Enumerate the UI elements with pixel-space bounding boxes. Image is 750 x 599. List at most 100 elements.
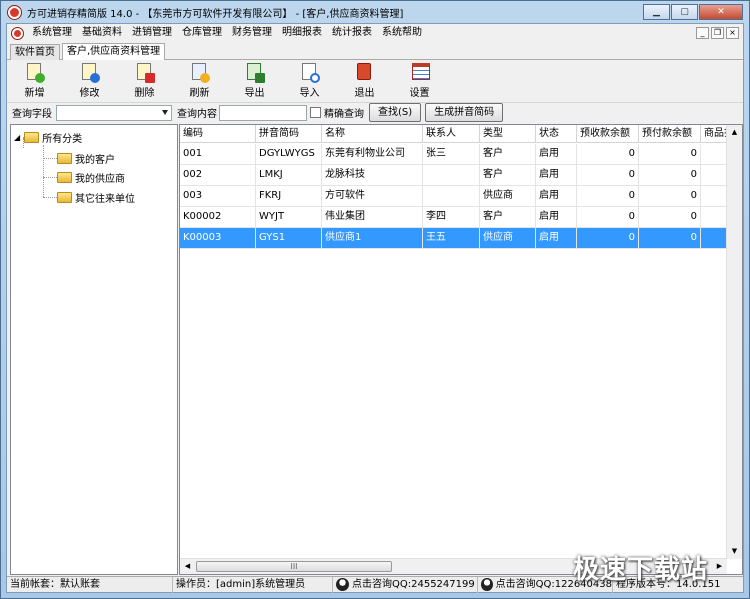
status-qq1[interactable]: 点击咨询QQ:2455247199 <box>333 576 478 593</box>
settings-label: 设置 <box>409 88 430 99</box>
table-cell: K00002 <box>180 207 256 228</box>
column-header[interactable]: 联系人 <box>423 125 480 143</box>
menu-help[interactable]: 系统帮助 <box>377 24 427 42</box>
add-button[interactable]: 新增 <box>7 61 62 101</box>
folder-icon <box>57 152 72 164</box>
scroll-up-button[interactable]: ▲ <box>727 125 742 140</box>
export-label: 导出 <box>244 88 265 99</box>
tree-node-label: 我的客户 <box>75 154 115 166</box>
close-button[interactable]: ✕ <box>699 4 743 20</box>
folder-icon <box>24 131 40 143</box>
settings-button[interactable]: 设置 <box>392 61 447 101</box>
column-header[interactable]: 拼音简码 <box>256 125 322 143</box>
column-header[interactable]: 名称 <box>322 125 423 143</box>
column-header[interactable]: 状态 <box>536 125 577 143</box>
table-cell: 0 <box>577 228 639 249</box>
table-cell <box>423 186 480 207</box>
mdi-close-button[interactable]: × <box>726 27 739 39</box>
tree-node-other-units[interactable]: 其它往来单位 <box>57 189 135 205</box>
scroll-right-button[interactable]: ▶ <box>712 559 727 574</box>
table-cell: 0 <box>577 165 639 186</box>
menu-system[interactable]: 系统管理 <box>27 24 77 42</box>
table-cell: 003 <box>180 186 256 207</box>
table-cell: 启用 <box>536 207 577 228</box>
edit-icon <box>80 63 100 83</box>
app-window: 方可进销存精简版 14.0 - 【东莞市方可软件开发有限公司】 - [客户,供应… <box>0 0 750 599</box>
column-header[interactable]: 编码 <box>180 125 256 143</box>
import-button[interactable]: 导入 <box>282 61 337 101</box>
tree-node-customers[interactable]: 我的客户 <box>57 150 115 166</box>
column-header[interactable]: 类型 <box>480 125 536 143</box>
exit-button[interactable]: 退出 <box>337 61 392 101</box>
query-field-select[interactable] <box>56 104 172 121</box>
menu-stat-report[interactable]: 统计报表 <box>327 24 377 42</box>
tree-node-label: 我的供应商 <box>75 173 125 185</box>
system-menu-icon[interactable] <box>12 27 23 39</box>
table-cell: 启用 <box>536 165 577 186</box>
delete-label: 删除 <box>134 88 155 99</box>
menu-finance[interactable]: 财务管理 <box>227 24 277 42</box>
refresh-button[interactable]: 刷新 <box>172 61 227 101</box>
column-header[interactable]: 预付款余额 <box>639 125 701 143</box>
edit-button[interactable]: 修改 <box>62 61 117 101</box>
column-header[interactable]: 预收款余额 <box>577 125 639 143</box>
table-cell: DGYLWYGS <box>256 144 322 165</box>
table-cell: FKRJ <box>256 186 322 207</box>
table-row[interactable]: 002 LMKJ 龙脉科技 客户 启用 0 0 <box>180 165 731 186</box>
collapse-arrow-icon[interactable]: ◢ <box>14 133 20 142</box>
menu-warehouse[interactable]: 仓库管理 <box>177 24 227 42</box>
table-cell: WYJT <box>256 207 322 228</box>
table-cell: 001 <box>180 144 256 165</box>
table-cell <box>423 165 480 186</box>
window-title: 方可进销存精简版 14.0 - 【东莞市方可软件开发有限公司】 - [客户,供应… <box>27 8 404 20</box>
mdi-minimize-button[interactable]: _ <box>696 27 709 39</box>
exit-icon <box>355 63 375 83</box>
menu-detail-report[interactable]: 明细报表 <box>277 24 327 42</box>
table-cell: LMKJ <box>256 165 322 186</box>
delete-button[interactable]: 删除 <box>117 61 172 101</box>
tree-node-suppliers[interactable]: 我的供应商 <box>57 169 125 185</box>
menu-purchase-sales[interactable]: 进销管理 <box>127 24 177 42</box>
title-bar[interactable]: 方可进销存精简版 14.0 - 【东莞市方可软件开发有限公司】 - [客户,供应… <box>1 1 749 23</box>
tab-home[interactable]: 软件首页 <box>10 44 60 60</box>
table-cell: 002 <box>180 165 256 186</box>
table-cell: 0 <box>577 186 639 207</box>
edit-label: 修改 <box>79 88 100 99</box>
scroll-down-button[interactable]: ▼ <box>727 544 742 559</box>
search-button[interactable]: 查找(S) <box>369 103 422 122</box>
qq-penguin-icon <box>481 578 493 591</box>
scroll-left-button[interactable]: ◀ <box>180 559 195 574</box>
folder-icon <box>57 191 72 203</box>
document-tabs: 软件首页 客户,供应商资料管理 <box>7 43 743 60</box>
query-content-label: 查询内容 <box>177 109 217 120</box>
qq-penguin-icon <box>336 578 349 591</box>
minimize-button[interactable]: ▁ <box>643 4 670 20</box>
chevron-down-icon <box>162 109 168 115</box>
table-cell: 客户 <box>480 144 536 165</box>
tree-node-root[interactable]: ◢ 所有分类 <box>14 129 82 145</box>
table-cell: 龙脉科技 <box>322 165 423 186</box>
export-button[interactable]: 导出 <box>227 61 282 101</box>
mdi-restore-button[interactable]: ❐ <box>711 27 724 39</box>
table-row[interactable]: 003 FKRJ 方可软件 供应商 启用 0 0 <box>180 186 731 207</box>
exact-query-checkbox[interactable] <box>310 107 321 118</box>
table-cell: 伟业集团 <box>322 207 423 228</box>
excel-export-icon <box>245 63 265 83</box>
query-field-label: 查询字段 <box>12 109 52 120</box>
generate-pinyin-button[interactable]: 生成拼音简码 <box>425 103 504 122</box>
table-row[interactable]: K00003 GYS1 供应商1 王五 供应商 启用 0 0 <box>180 228 731 249</box>
table-cell: 东莞有利物业公司 <box>322 144 423 165</box>
table-row[interactable]: K00002 WYJT 伟业集团 李四 客户 启用 0 0 <box>180 207 731 228</box>
table-cell: 启用 <box>536 228 577 249</box>
table-cell: 王五 <box>423 228 480 249</box>
tab-customer-supplier[interactable]: 客户,供应商资料管理 <box>62 43 166 60</box>
status-operator: 操作员：[admin]系统管理员 <box>173 576 333 593</box>
table-cell: 0 <box>639 144 701 165</box>
maximize-button[interactable]: ▢ <box>671 4 698 20</box>
table-cell: 供应商 <box>480 228 536 249</box>
table-row[interactable]: 001 DGYLWYGS 东莞有利物业公司 张三 客户 启用 0 0 <box>180 144 731 165</box>
query-content-input[interactable] <box>219 104 307 121</box>
vertical-scrollbar[interactable]: ▲ ▼ <box>726 125 742 559</box>
horizontal-scroll-thumb[interactable]: III <box>196 561 392 572</box>
menu-basic-data[interactable]: 基础资料 <box>77 24 127 42</box>
